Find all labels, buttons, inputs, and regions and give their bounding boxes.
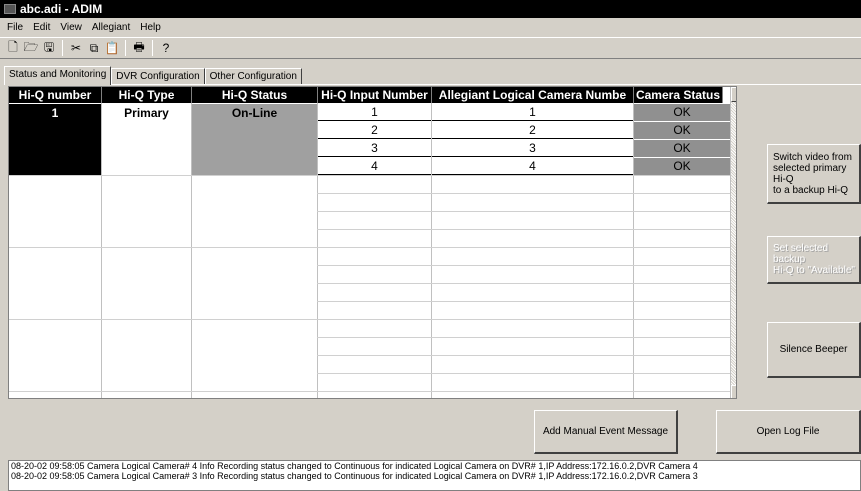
status-grid: Hi-Q number Hi-Q Type Hi-Q Status Hi-Q I… (8, 86, 737, 399)
print-icon[interactable]: 🖶 (130, 39, 148, 57)
header-logical-camera[interactable]: Allegiant Logical Camera Numbe (432, 87, 634, 103)
scroll-track[interactable] (731, 102, 736, 385)
row-separator (317, 355, 730, 356)
add-manual-event-button[interactable]: Add Manual Event Message (534, 410, 678, 454)
logical-camera-cell[interactable]: 4 (432, 158, 633, 175)
set-backup-available-button[interactable]: Set selected backup Hi-Q to "Available" (767, 236, 861, 284)
scroll-down-icon[interactable]: ▼ (731, 385, 736, 398)
row-separator (9, 391, 730, 392)
tab-status-monitoring[interactable]: Status and Monitoring (4, 66, 112, 85)
menu-allegiant[interactable]: Allegiant (92, 22, 130, 33)
row-separator (9, 319, 730, 320)
input-number-cell[interactable]: 1 (318, 104, 431, 121)
copy-icon[interactable]: ⧉ (85, 39, 103, 57)
open-icon[interactable]: 🗁 (22, 39, 40, 57)
row-separator (317, 193, 730, 194)
header-hiq-type[interactable]: Hi-Q Type (102, 87, 192, 103)
row-separator (317, 229, 730, 230)
menu-bar: File Edit View Allegiant Help (0, 18, 861, 36)
toolbar: 🗋 🗁 🖫 ✂ ⧉ 📋 🖶 ? (0, 37, 861, 59)
camera-status-cell[interactable]: OK (634, 122, 730, 139)
row-separator (9, 247, 730, 248)
input-number-cell[interactable]: 4 (318, 158, 431, 175)
event-log[interactable]: 08-20-02 09:58:05 Camera Logical Camera#… (8, 460, 861, 491)
title-bar: abc.adi - ADIM (0, 0, 861, 18)
header-input-number[interactable]: Hi-Q Input Number (318, 87, 432, 103)
input-number-cell[interactable]: 2 (318, 122, 431, 139)
logical-camera-cell[interactable]: 1 (432, 104, 633, 121)
help-icon[interactable]: ? (157, 39, 175, 57)
toolbar-separator (125, 40, 126, 56)
tab-dvr-configuration[interactable]: DVR Configuration (111, 68, 205, 85)
camera-status-cell[interactable]: OK (634, 158, 730, 175)
header-hiq-status[interactable]: Hi-Q Status (192, 87, 318, 103)
menu-edit[interactable]: Edit (33, 22, 50, 33)
cut-icon[interactable]: ✂ (67, 39, 85, 57)
hiq-status-cell[interactable]: On-Line (192, 104, 317, 175)
row-separator (317, 337, 730, 338)
window-title: abc.adi - ADIM (20, 2, 103, 16)
row-separator (317, 373, 730, 374)
hiq-number-cell[interactable]: 1 (9, 104, 101, 175)
menu-file[interactable]: File (7, 22, 23, 33)
tab-other-configuration[interactable]: Other Configuration (204, 68, 302, 85)
input-number-cell[interactable]: 3 (318, 140, 431, 157)
silence-beeper-button[interactable]: Silence Beeper (767, 322, 861, 378)
toolbar-separator (152, 40, 153, 56)
toolbar-separator (62, 40, 63, 56)
header-hiq-number[interactable]: Hi-Q number (9, 87, 102, 103)
log-entry: 08-20-02 09:58:05 Camera Logical Camera#… (11, 471, 698, 481)
row-separator (9, 175, 730, 176)
tab-strip: Status and Monitoring DVR Configuration … (4, 66, 302, 85)
app-icon (4, 4, 16, 14)
switch-video-button[interactable]: Switch video from selected primary Hi-Q … (767, 144, 861, 204)
row-separator (317, 211, 730, 212)
log-entry: 08-20-02 09:58:05 Camera Logical Camera#… (11, 461, 698, 471)
new-icon[interactable]: 🗋 (4, 39, 22, 57)
header-camera-status[interactable]: Camera Status (634, 87, 723, 103)
camera-status-cell[interactable]: OK (634, 140, 730, 157)
open-log-file-button[interactable]: Open Log File (716, 410, 861, 454)
scroll-up-icon[interactable]: ▲ (731, 87, 736, 102)
grid-header: Hi-Q number Hi-Q Type Hi-Q Status Hi-Q I… (9, 87, 736, 103)
row-separator (317, 301, 730, 302)
logical-camera-cell[interactable]: 2 (432, 122, 633, 139)
paste-icon[interactable]: 📋 (103, 39, 121, 57)
logical-camera-cell[interactable]: 3 (432, 140, 633, 157)
save-icon[interactable]: 🖫 (40, 39, 58, 57)
row-separator (317, 283, 730, 284)
menu-view[interactable]: View (60, 22, 82, 33)
hiq-type-cell[interactable]: Primary (102, 104, 191, 175)
grid-vertical-scrollbar[interactable]: ▲ ▼ (730, 87, 736, 398)
camera-status-cell[interactable]: OK (634, 104, 730, 121)
row-separator (317, 265, 730, 266)
menu-help[interactable]: Help (140, 22, 161, 33)
